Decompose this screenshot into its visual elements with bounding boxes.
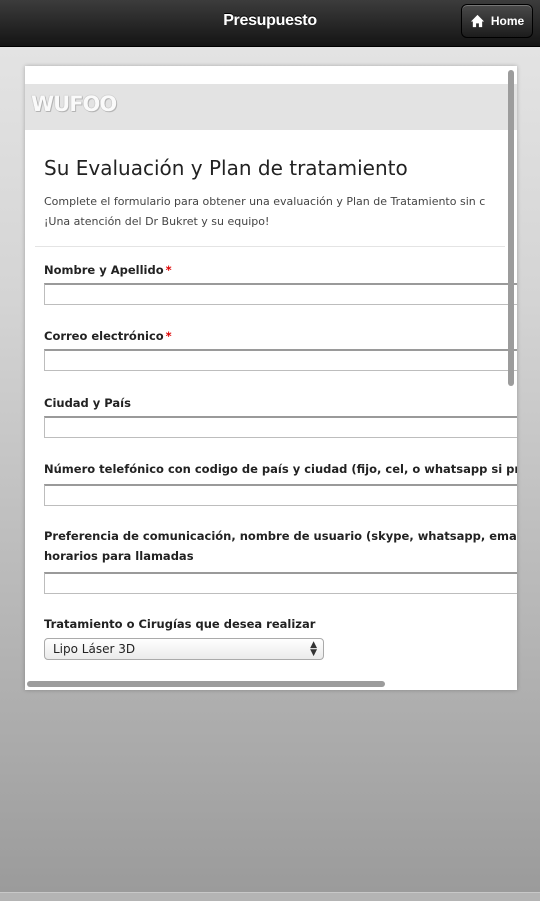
form-divider bbox=[35, 246, 505, 247]
phone-label: Número telefónico con codigo de país y c… bbox=[44, 462, 517, 476]
contact-preference-label: Preferencia de comunicación, nombre de u… bbox=[44, 526, 517, 566]
treatment-label: Tratamiento o Cirugías que desea realiza… bbox=[44, 617, 316, 631]
contact-preference-input[interactable] bbox=[44, 572, 517, 594]
home-icon bbox=[470, 14, 484, 28]
form-panel: WUFOO Su Evaluación y Plan de tratamient… bbox=[25, 66, 517, 690]
form-description-line-2: ¡Una atención del Dr Bukret y su equipo! bbox=[44, 215, 270, 228]
wufoo-logo: WUFOO bbox=[31, 92, 117, 116]
form-description-line-1: Complete el formulario para obtener una … bbox=[44, 195, 486, 208]
email-label: Correo electrónico * bbox=[44, 326, 172, 346]
name-input[interactable] bbox=[44, 283, 517, 305]
page-title: Presupuesto bbox=[223, 12, 317, 29]
phone-input[interactable] bbox=[44, 484, 517, 506]
name-label-text: Nombre y Apellido bbox=[44, 263, 164, 277]
city-label: Ciudad y País bbox=[44, 396, 131, 410]
home-button-label: Home bbox=[490, 14, 525, 28]
contact-preference-label-line-1: Preferencia de comunicación, nombre de u… bbox=[44, 529, 517, 543]
required-marker: * bbox=[165, 329, 172, 343]
treatment-select[interactable]: Lipo Láser 3D ▲ ▼ bbox=[44, 638, 324, 660]
select-arrows-icon: ▲ ▼ bbox=[310, 640, 317, 658]
vertical-scrollbar[interactable] bbox=[508, 70, 514, 386]
form-title: Su Evaluación y Plan de tratamiento bbox=[44, 156, 408, 180]
contact-preference-label-line-2: horarios para llamadas bbox=[44, 549, 194, 563]
top-navigation-bar: Presupuesto Home bbox=[0, 0, 540, 47]
email-input[interactable] bbox=[44, 349, 517, 371]
required-marker: * bbox=[165, 263, 172, 277]
email-label-text: Correo electrónico bbox=[44, 329, 164, 343]
form-description: Complete el formulario para obtener una … bbox=[44, 192, 514, 232]
horizontal-scrollbar[interactable] bbox=[27, 681, 385, 687]
name-label: Nombre y Apellido * bbox=[44, 260, 172, 280]
treatment-selected-value: Lipo Láser 3D bbox=[53, 642, 136, 656]
city-input[interactable] bbox=[44, 416, 517, 438]
home-button[interactable]: Home bbox=[461, 4, 533, 38]
